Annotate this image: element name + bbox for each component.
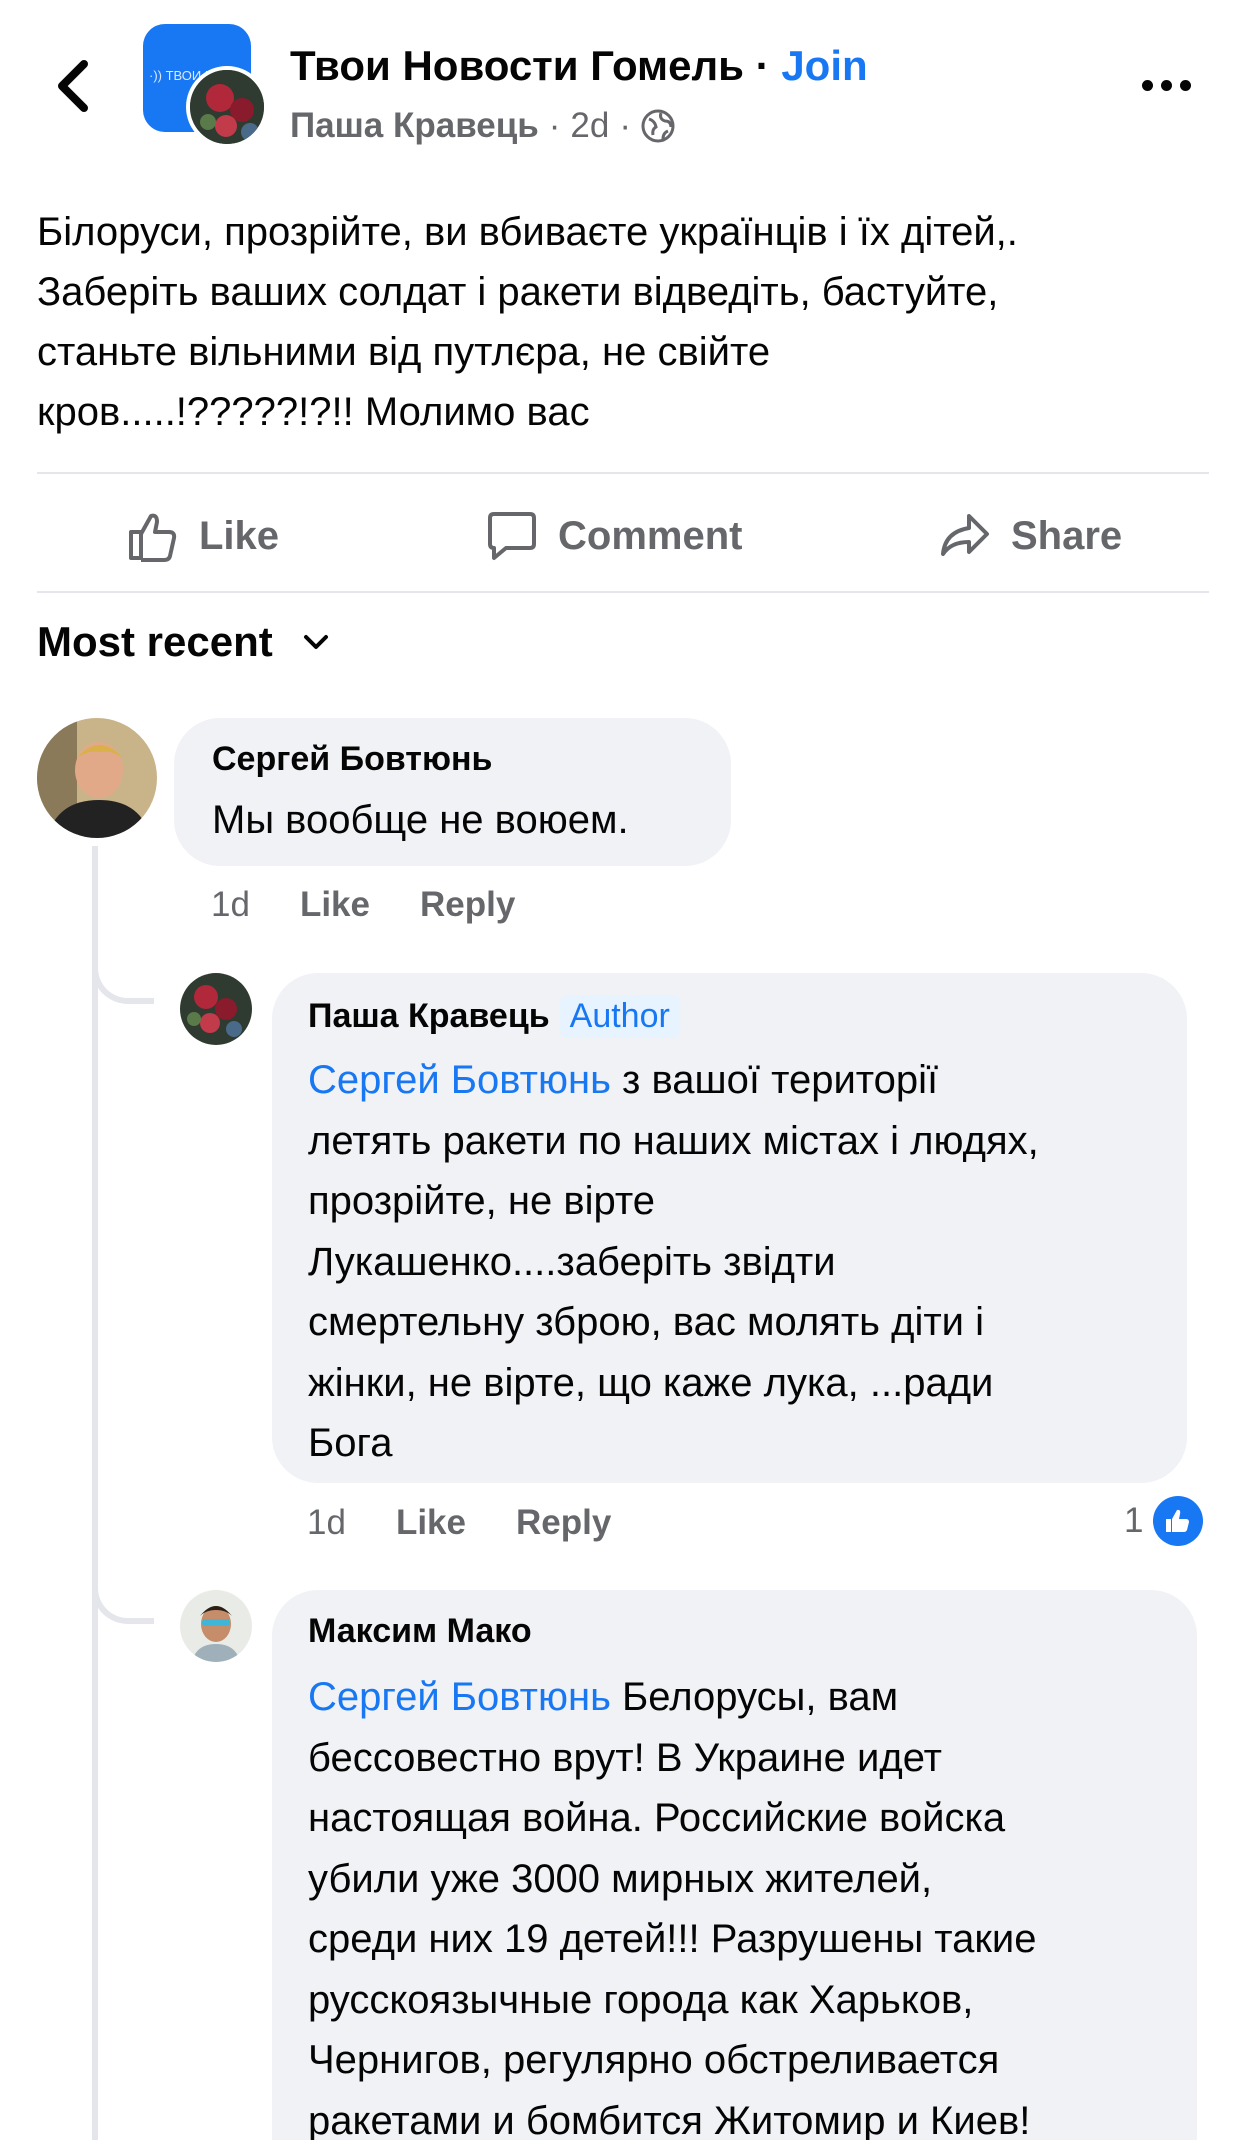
reply-line: прозрійте, не вірте (308, 1179, 655, 1223)
reply-text: Сергей Бовтюнь з вашої території летять … (308, 1050, 1039, 1474)
thread-line (92, 846, 98, 2140)
mention-link[interactable]: Сергей Бовтюнь (308, 1058, 611, 1102)
share-button[interactable]: Share (937, 500, 1122, 572)
post-meta: Паша Кравець · 2d · (290, 106, 675, 146)
reply-line: Сергей Бовтюнь з вашої території (308, 1050, 1039, 1111)
sort-label: Most recent (37, 618, 273, 665)
share-arrow-icon (941, 514, 989, 556)
share-label: Share (1011, 513, 1123, 558)
post-line: кров.....!?????!?!! Молимо вас (37, 390, 590, 434)
rose-photo-icon (180, 973, 252, 1045)
reply-text: Сергей Бовтюнь Белорусы, вам бессовестно… (308, 1667, 1037, 2140)
comment-meta: 1d Like Reply (211, 885, 565, 925)
reply-reply-link[interactable]: Reply (516, 1503, 611, 1543)
join-button[interactable]: Join (781, 42, 867, 89)
back-button[interactable] (44, 56, 104, 116)
group-name-link[interactable]: Твои Новости Гомель (290, 42, 744, 89)
divider-top (37, 472, 1209, 474)
reply-line: смертельну зброю, вас молять діти і (308, 1300, 984, 1344)
thread-connector (92, 940, 154, 1004)
facebook-post-page: ·)) ТВОИ НОВ Твои Новости Гомель · Join … (0, 0, 1241, 2140)
divider-bottom (37, 591, 1209, 593)
comment-sort-dropdown[interactable]: Most recent (37, 618, 331, 666)
reply-line: Лукашенко....заберіть звідти (308, 1239, 836, 1284)
reply-line: жінки, не вірте, що каже лука, ...ради (308, 1360, 994, 1405)
comment-reply-link[interactable]: Reply (420, 885, 515, 925)
mention-link[interactable]: Сергей Бовтюнь (308, 1675, 611, 1719)
reply-line: среди них 19 детей!!! Разрушены такие (308, 1917, 1037, 1961)
reply-line: Бога (308, 1421, 393, 1465)
group-title: Твои Новости Гомель · Join (290, 42, 868, 90)
person-photo-icon (180, 1590, 252, 1662)
reply-line: летять ракети по наших містах і людях, (308, 1118, 1039, 1163)
reply-line: настоящая война. Российские войска (308, 1796, 1006, 1840)
title-separator: · (755, 42, 770, 89)
post-text: Білоруси, прозрійте, ви вбиваєте українц… (37, 202, 1207, 442)
reply-line: Чернигов, регулярно обстреливается (308, 2038, 1000, 2082)
like-label: Like (199, 513, 280, 558)
reply-line: убили уже 3000 мирных жителей, (308, 1856, 933, 1901)
chevron-down-icon (303, 635, 328, 649)
comment-bubble-icon (488, 512, 536, 560)
more-dot-icon (1179, 79, 1191, 91)
comment-button[interactable]: Comment (484, 500, 742, 572)
comment-author[interactable]: Сергей Бовтюнь (212, 740, 492, 779)
reply-author[interactable]: Максим Мако (308, 1612, 532, 1651)
reply-line: бессовестно врут! В Украине идет (308, 1735, 942, 1780)
poster-avatar[interactable] (186, 66, 268, 148)
reply-meta: 1d Like Reply (307, 1503, 661, 1543)
reply-line-rest: з вашої території (610, 1058, 939, 1102)
reaction-summary[interactable]: 1 (1124, 1496, 1204, 1546)
post-age[interactable]: 2d (570, 106, 609, 146)
comment-like-link[interactable]: Like (300, 885, 370, 925)
reply-author-avatar[interactable] (180, 1590, 252, 1662)
poster-name-link[interactable]: Паша Кравець (290, 106, 539, 146)
post-line: Білоруси, прозрійте, ви вбиваєте українц… (37, 210, 1018, 254)
reply-author: Паша Кравець Author (308, 995, 680, 1038)
reply-author-name[interactable]: Паша Кравець (308, 997, 550, 1035)
post-line: Заберіть ваших солдат і ракети відведіть… (37, 270, 999, 314)
like-reaction-icon (1153, 1496, 1204, 1546)
commenter-avatar[interactable] (37, 718, 157, 838)
globe-icon (641, 109, 675, 143)
thread-connector (92, 1560, 154, 1624)
meta-separator: · (548, 106, 561, 145)
reply-line: русскоязычные города как Харьков, (308, 1977, 974, 2022)
reply-bubble: Максим Мако Сергей Бовтюнь Белорусы, вам… (272, 1590, 1197, 2140)
back-arrow-icon (58, 60, 88, 112)
thumbs-up-icon (129, 513, 177, 562)
meta-separator-2: · (619, 106, 631, 145)
reply-line: ракетами и бомбится Житомир и Киев! (308, 2098, 1031, 2140)
more-options-button[interactable] (1131, 70, 1201, 100)
author-badge: Author (559, 995, 680, 1038)
reaction-count: 1 (1124, 1501, 1144, 1540)
reply-author-avatar[interactable] (180, 973, 252, 1045)
reply-line-rest: Белорусы, вам (610, 1675, 899, 1719)
comment-time[interactable]: 1d (211, 885, 250, 925)
reply-line: Сергей Бовтюнь Белорусы, вам (308, 1667, 1037, 1728)
person-photo-icon (37, 718, 157, 838)
reply-time[interactable]: 1d (307, 1503, 346, 1543)
comment-text: Мы вообще не воюем. (212, 790, 629, 851)
comment-bubble: Сергей Бовтюнь Мы вообще не воюем. (174, 718, 731, 866)
more-dot-icon (1141, 79, 1153, 91)
post-line: станьте вільними від путлєра, не свійте (37, 330, 771, 374)
reply-like-link[interactable]: Like (396, 1503, 466, 1543)
rose-photo-icon (190, 70, 264, 144)
reply-bubble: Паша Кравець Author Сергей Бовтюнь з вашо… (272, 973, 1187, 1483)
more-dot-icon (1160, 79, 1172, 91)
like-button[interactable]: Like (125, 500, 279, 572)
comment-label: Comment (558, 513, 743, 558)
comment-line: Мы вообще не воюем. (212, 798, 629, 842)
